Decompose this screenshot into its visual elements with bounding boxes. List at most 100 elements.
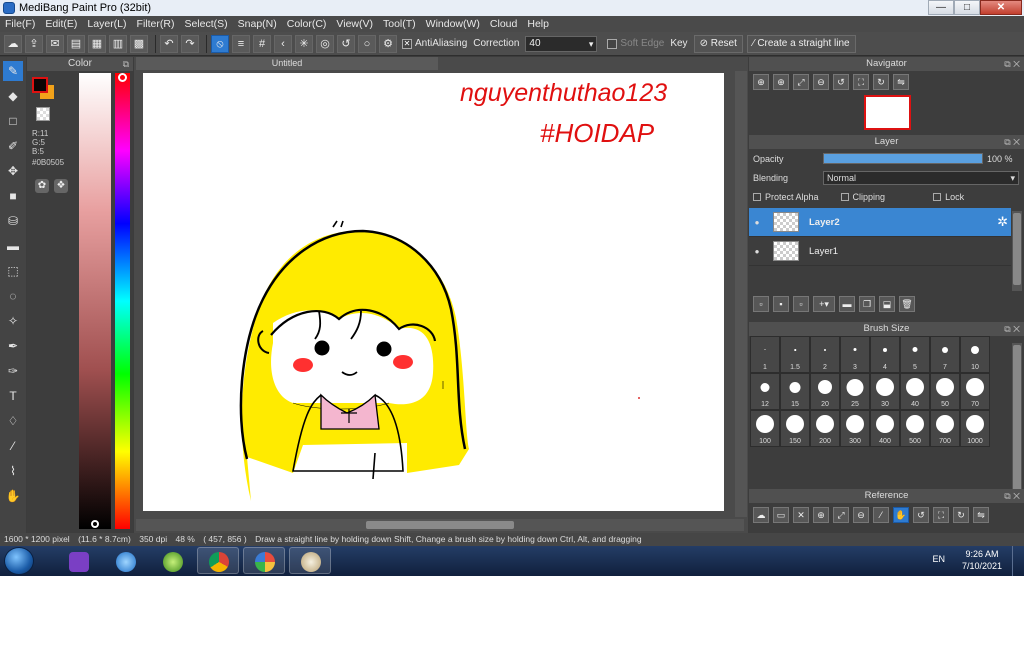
layer-scrollbar[interactable] <box>1012 211 1022 291</box>
grid-icon[interactable]: ▩ <box>130 34 148 53</box>
maximize-button[interactable]: □ <box>954 0 980 15</box>
snap-radial-icon[interactable]: ✳ <box>295 34 313 53</box>
snap-curve-icon[interactable]: ↺ <box>337 34 355 53</box>
open-file-icon[interactable]: ▤ <box>67 34 85 53</box>
brush-size-cell[interactable]: 300 <box>840 410 870 447</box>
clock[interactable]: 9:26 AM 7/10/2021 <box>962 548 1002 572</box>
brush-tool-icon[interactable]: ✎ <box>3 61 23 81</box>
menu-window[interactable]: Window(W) <box>421 18 485 30</box>
hue-slider[interactable] <box>115 73 130 529</box>
blending-select[interactable]: Normal <box>823 171 1019 185</box>
brush-size-cell[interactable]: 1.5 <box>780 336 810 373</box>
text-tool-icon[interactable]: T <box>3 386 23 406</box>
undock-icon[interactable]: ⧉ <box>123 57 129 71</box>
menu-view[interactable]: View(V) <box>331 18 378 30</box>
divide-tool-icon[interactable]: ♢ <box>3 411 23 431</box>
brush-size-cell[interactable]: 100 <box>750 410 780 447</box>
saturation-value-slider[interactable] <box>79 73 111 529</box>
foreground-color-swatch[interactable] <box>32 77 48 93</box>
visibility-icon[interactable]: ● <box>749 218 765 227</box>
reference-zoom-out-icon[interactable]: ⊖ <box>853 507 869 523</box>
snap-cross-icon[interactable]: # <box>253 34 271 53</box>
brush-size-cell[interactable]: 2 <box>810 336 840 373</box>
brush-size-cell[interactable]: 1000 <box>960 410 990 447</box>
add-layer-menu-icon[interactable]: +▾ <box>813 296 835 312</box>
rotate-left-icon[interactable]: ↺ <box>833 74 849 90</box>
language-indicator[interactable]: EN <box>932 554 945 564</box>
layer-settings-icon[interactable]: ✲ <box>997 214 1008 230</box>
brush-size-cell[interactable]: 12 <box>750 373 780 410</box>
dot-tool-icon[interactable]: □ <box>3 111 23 131</box>
brush-size-cell[interactable]: 500 <box>900 410 930 447</box>
correction-select[interactable]: 40 <box>525 35 598 52</box>
menu-snap[interactable]: Snap(N) <box>233 18 282 30</box>
color-wheel-icon[interactable]: ✿ <box>35 179 49 193</box>
reference-zoom-in-icon[interactable]: ⊕ <box>813 507 829 523</box>
layer-row-layer1[interactable]: ● Layer1 <box>749 237 1011 266</box>
rotate-right-icon[interactable]: ↻ <box>873 74 889 90</box>
snap-off-icon[interactable]: ⦸ <box>211 34 229 53</box>
close-button[interactable]: ✕ <box>980 0 1022 15</box>
sv-picker-handle[interactable] <box>91 520 99 528</box>
soft-edge-checkbox[interactable] <box>607 38 618 49</box>
lasso-tool-icon[interactable]: ◌ <box>3 286 23 306</box>
layer-row-layer2[interactable]: ● Layer2 ✲ <box>749 208 1011 237</box>
canvas-vertical-scrollbar[interactable] <box>735 71 747 517</box>
reference-rotate-right-icon[interactable]: ↻ <box>953 507 969 523</box>
bucket-tool-icon[interactable]: ⛁ <box>3 211 23 231</box>
move-tool-icon[interactable]: ✥ <box>3 161 23 181</box>
material-icon[interactable]: ▥ <box>109 34 127 53</box>
snap-vanishing-icon[interactable]: ‹ <box>274 34 292 53</box>
brush-size-scrollbar[interactable] <box>1012 343 1022 498</box>
comment-icon[interactable]: ✉ <box>46 34 64 53</box>
folder-icon[interactable]: ▬ <box>839 296 855 312</box>
brush-size-cell[interactable]: 200 <box>810 410 840 447</box>
save-icon[interactable]: ▦ <box>88 34 106 53</box>
flip-icon[interactable]: ⇋ <box>893 74 909 90</box>
antialiasing-checkbox[interactable]: ✕ <box>402 38 412 49</box>
navigator-thumbnail[interactable] <box>864 95 911 130</box>
fill-rect-tool-icon[interactable]: ■ <box>3 186 23 206</box>
hand-tool-icon[interactable]: ✋ <box>3 486 23 506</box>
brush-size-cell[interactable]: 3 <box>840 336 870 373</box>
opacity-slider[interactable] <box>823 153 983 164</box>
brush-size-cell[interactable]: 150 <box>780 410 810 447</box>
menu-tool[interactable]: Tool(T) <box>378 18 421 30</box>
brush-size-cell[interactable]: 70 <box>960 373 990 410</box>
reference-fit-icon[interactable]: ⤢ <box>833 507 849 523</box>
brush-size-cell[interactable]: 10 <box>960 336 990 373</box>
scrollbar-thumb[interactable] <box>1013 345 1021 495</box>
snap-parallel-icon[interactable]: ≡ <box>232 34 250 53</box>
menu-edit[interactable]: Edit(E) <box>40 18 82 30</box>
zoom-out-icon[interactable]: ⊖ <box>813 74 829 90</box>
snap-settings-icon[interactable]: ⚙ <box>379 34 397 53</box>
internet-explorer-task[interactable] <box>104 547 146 574</box>
eyedropper-icon[interactable]: ⁄ <box>3 436 23 456</box>
redo-icon[interactable]: ↷ <box>181 34 199 53</box>
brush-size-cell[interactable]: 15 <box>780 373 810 410</box>
reference-hand-icon[interactable]: ✋ <box>893 507 909 523</box>
menu-layer[interactable]: Layer(L) <box>82 18 131 30</box>
select-rect-icon[interactable]: ⬚ <box>3 261 23 281</box>
reference-rotate-left-icon[interactable]: ↺ <box>913 507 929 523</box>
brush-size-cell[interactable]: 30 <box>870 373 900 410</box>
medibang-task[interactable] <box>243 547 285 574</box>
reference-flip-icon[interactable]: ⇋ <box>973 507 989 523</box>
brush-size-cell[interactable]: 7 <box>930 336 960 373</box>
create-straight-line-button[interactable]: ⁄ Create a straight line <box>746 34 856 53</box>
hue-picker-handle[interactable] <box>118 73 127 82</box>
snap-circle-icon[interactable]: ◎ <box>316 34 334 53</box>
reference-actual-size-icon[interactable]: ⛶ <box>933 507 949 523</box>
merge-down-icon[interactable]: ⬓ <box>879 296 895 312</box>
snap-ellipse-icon[interactable]: ○ <box>358 34 376 53</box>
visibility-icon[interactable]: ● <box>749 247 765 256</box>
reference-close-icon[interactable]: ✕ <box>793 507 809 523</box>
menu-filter[interactable]: Filter(R) <box>132 18 180 30</box>
reset-button[interactable]: ⊘ Reset <box>693 34 743 53</box>
clipping-checkbox[interactable] <box>840 192 849 201</box>
drawing-canvas[interactable]: nguyenthuthao123 #HOIDAP <box>143 73 724 511</box>
coccoc-task[interactable] <box>151 547 193 574</box>
undock-icon[interactable]: ⧉ ✕ <box>1004 135 1020 149</box>
cloud-icon[interactable]: ☁ <box>4 34 22 53</box>
minimize-button[interactable]: — <box>928 0 954 15</box>
